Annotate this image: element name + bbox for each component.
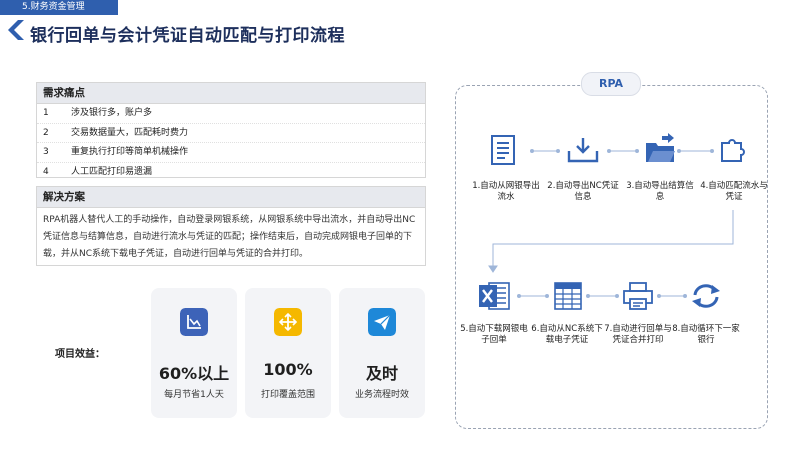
item-number: 1 — [43, 108, 49, 118]
benefits-label: 项目效益： — [55, 349, 105, 360]
spreadsheet-icon — [554, 282, 582, 310]
pain-points-heading: 需求痛点 — [37, 83, 425, 104]
printer-icon — [623, 282, 653, 310]
page-title: 银行回单与会计凭证自动匹配与打印流程 — [30, 26, 345, 46]
list-item: 3 重复执行打印等简单机械操作 — [37, 143, 425, 163]
chevron-left-icon — [8, 20, 24, 40]
solution-panel: 解决方案 RPA机器人替代人工的手动操作，自动登录网银系统，从网银系统中导出流水… — [36, 186, 426, 266]
item-text: 涉及银行多，账户多 — [71, 108, 153, 118]
benefit-card: 100% 打印覆盖范围 — [245, 288, 331, 418]
solution-text: RPA机器人替代人工的手动操作，自动登录网银系统，从网银系统中导出流水，并自动导… — [43, 215, 416, 259]
pain-points-panel: 需求痛点 1 涉及银行多，账户多 2 交易数据量大，匹配耗时费力 3 重复执行打… — [36, 82, 426, 178]
section-tag: 5.财务资金管理 — [0, 0, 118, 15]
benefit-card: 及时 业务流程时效 — [339, 288, 425, 418]
step-label: 5.自动下载网银电子回单 — [460, 324, 528, 345]
benefit-value: 60%以上 — [158, 364, 230, 383]
download-icon — [567, 138, 599, 163]
benefit-value: 100% — [263, 360, 313, 379]
item-text: 人工匹配打印易遗漏 — [71, 166, 153, 177]
item-text: 重复执行打印等简单机械操作 — [71, 147, 189, 157]
item-number: 4 — [43, 166, 49, 177]
send-icon — [368, 308, 396, 336]
step-label: 3.自动导出结算信息 — [626, 181, 694, 202]
expand-icon — [274, 308, 302, 336]
step-label: 7.自动进行回单与凭证合并打印 — [604, 324, 672, 345]
item-number: 2 — [43, 127, 49, 138]
item-number: 3 — [43, 147, 49, 157]
step-label: 1.自动从网银导出流水 — [472, 181, 540, 202]
step-label: 6.自动从NC系统下载电子凭证 — [531, 324, 603, 345]
folder-open-icon — [646, 133, 675, 162]
benefit-caption: 每月节省1人天 — [164, 390, 224, 400]
solution-heading: 解决方案 — [37, 187, 425, 208]
step-label: 4.自动匹配流水与凭证 — [700, 181, 768, 202]
benefit-value: 及时 — [365, 364, 398, 383]
excel-icon — [479, 282, 510, 310]
rpa-badge: RPA — [581, 72, 641, 96]
item-text: 交易数据量大，匹配耗时费力 — [71, 127, 189, 138]
step-label: 8.自动循环下一家银行 — [672, 324, 740, 345]
document-icon — [491, 135, 515, 165]
list-item: 2 交易数据量大，匹配耗时费力 — [37, 124, 425, 143]
benefit-card: 60%以上 每月节省1人天 — [151, 288, 237, 418]
chart-icon — [180, 308, 208, 336]
step-label: 2.自动导出NC凭证信息 — [547, 181, 619, 202]
benefit-caption: 业务流程时效 — [354, 390, 409, 400]
refresh-icon — [692, 284, 720, 308]
list-item: 4 人工匹配打印易遗漏 — [37, 163, 425, 182]
benefit-caption: 打印覆盖范围 — [260, 390, 315, 400]
puzzle-icon — [721, 139, 745, 162]
list-item: 1 涉及银行多，账户多 — [37, 104, 425, 124]
